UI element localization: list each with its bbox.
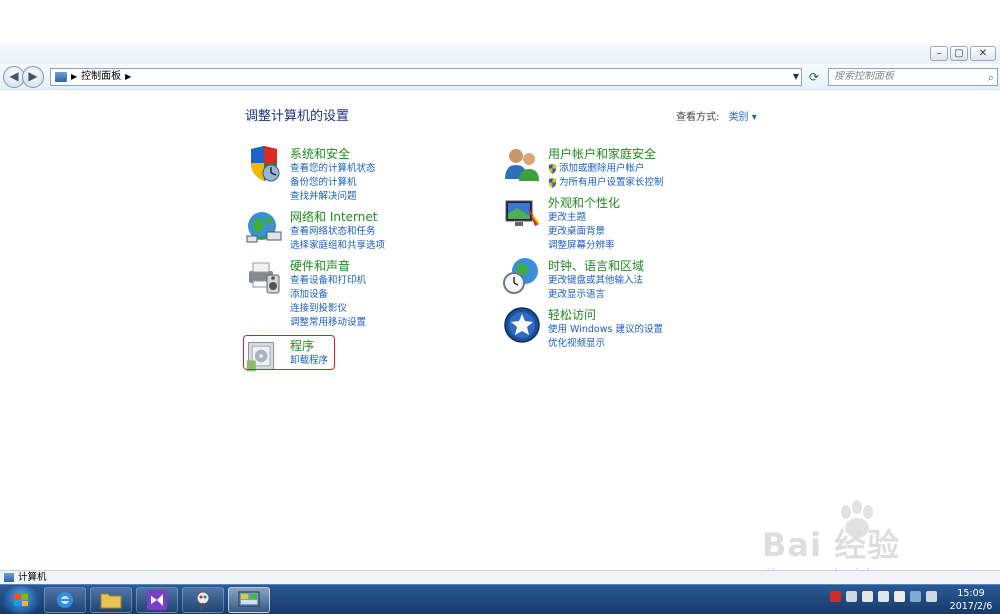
taskbar: 15:09 2017/2/6 (0, 584, 1000, 614)
category-links: 添加或删除用户帐户 为所有用户设置家长控制 (548, 162, 664, 190)
highlight-box (243, 335, 335, 370)
view-by-dropdown[interactable]: 类别 ▾ (729, 112, 757, 123)
network-disconnected-icon[interactable] (846, 591, 857, 602)
network-globe-icon[interactable] (245, 208, 283, 246)
uac-shield-icon (548, 178, 557, 188)
start-button[interactable] (2, 586, 40, 614)
link-homegroup[interactable]: 选择家庭组和共享选项 (290, 239, 385, 253)
system-tray (830, 591, 937, 602)
link-display-language[interactable]: 更改显示语言 (548, 288, 643, 302)
antivirus-icon[interactable] (830, 591, 841, 602)
category-links: 查看您的计算机状态 备份您的计算机 查找并解决问题 (290, 162, 376, 204)
navigation-bar: ◀ ▶ ▶ 控制面板 ▶ ▼ ⟳ 搜索控制面板 ⌕ (0, 64, 1000, 90)
taskbar-clock[interactable]: 15:09 2017/2/6 (944, 587, 998, 613)
category-title[interactable]: 网络和 Internet (290, 208, 377, 225)
category-title[interactable]: 硬件和声音 (290, 257, 350, 274)
forward-button[interactable]: ▶ (22, 66, 44, 88)
category-links: 使用 Windows 建议的设置 优化视频显示 (548, 323, 663, 351)
link-desktop-background[interactable]: 更改桌面背景 (548, 225, 615, 239)
category-links: 查看设备和打印机 添加设备 连接到投影仪 调整常用移动设置 (290, 274, 366, 330)
category-title[interactable]: 外观和个性化 (548, 194, 620, 211)
link-view-computer-status[interactable]: 查看您的计算机状态 (290, 162, 376, 176)
category-title[interactable]: 轻松访问 (548, 306, 596, 323)
category-title[interactable]: 系统和安全 (290, 145, 350, 162)
link-troubleshoot[interactable]: 查找并解决问题 (290, 190, 376, 204)
close-button[interactable]: ✕ (970, 46, 996, 61)
category-links: 查看网络状态和任务 选择家庭组和共享选项 (290, 225, 385, 253)
view-by-label: 查看方式: (676, 112, 720, 123)
link-mobility-settings[interactable]: 调整常用移动设置 (290, 316, 366, 330)
breadcrumb-arrow-icon[interactable]: ▶ (71, 69, 77, 85)
watermark-brand: Bai 经验 (762, 526, 901, 564)
search-input[interactable]: 搜索控制面板 ⌕ (828, 68, 998, 86)
ease-of-access-icon[interactable] (503, 306, 541, 344)
address-bar[interactable]: ▶ 控制面板 ▶ ▼ (50, 68, 802, 86)
link-keyboard-input[interactable]: 更改键盘或其他输入法 (548, 274, 643, 288)
search-icon[interactable]: ⌕ (988, 70, 994, 86)
title-bar: – ▢ ✕ (0, 44, 1000, 66)
paint-tool-icon (196, 591, 210, 611)
taskbar-visual-studio[interactable] (136, 587, 178, 613)
status-text: 计算机 (18, 572, 47, 583)
action-center-icon[interactable] (910, 591, 921, 602)
view-by: 查看方式: 类别 ▾ (676, 108, 757, 123)
link-connect-projector[interactable]: 连接到投影仪 (290, 302, 366, 316)
link-optimize-visual-display[interactable]: 优化视频显示 (548, 337, 663, 351)
refresh-button[interactable]: ⟳ (806, 68, 822, 86)
link-add-remove-accounts[interactable]: 添加或删除用户帐户 (548, 162, 664, 176)
status-bar: 计算机 (0, 570, 1000, 584)
speaker-icon[interactable] (894, 591, 905, 602)
link-change-theme[interactable]: 更改主题 (548, 211, 615, 225)
clock-globe-icon[interactable] (503, 257, 541, 295)
link-network-status[interactable]: 查看网络状态和任务 (290, 225, 385, 239)
category-links: 更改键盘或其他输入法 更改显示语言 (548, 274, 643, 302)
maximize-button[interactable]: ▢ (950, 46, 968, 61)
printer-icon[interactable] (245, 257, 283, 295)
shield-icon[interactable] (245, 145, 283, 183)
breadcrumb-arrow-icon[interactable]: ▶ (125, 69, 131, 85)
control-panel-icon (238, 591, 260, 607)
taskbar-explorer[interactable] (90, 587, 132, 613)
visual-studio-icon (147, 590, 167, 610)
window-controls: – ▢ ✕ (930, 46, 996, 61)
users-icon[interactable] (503, 145, 541, 183)
uac-shield-icon (548, 164, 557, 174)
link-backup-computer[interactable]: 备份您的计算机 (290, 176, 376, 190)
clock-date: 2017/2/6 (949, 601, 993, 612)
category-links: 更改主题 更改桌面背景 调整屏幕分辨率 (548, 211, 615, 253)
link-parental-controls[interactable]: 为所有用户设置家长控制 (548, 176, 664, 190)
windows-logo-icon (14, 594, 28, 606)
breadcrumb[interactable]: 控制面板 (81, 69, 121, 85)
category-title[interactable]: 时钟、语言和区域 (548, 257, 644, 274)
taskbar-ie[interactable] (44, 587, 86, 613)
link-windows-recommended-settings[interactable]: 使用 Windows 建议的设置 (548, 323, 663, 337)
computer-icon (4, 573, 14, 582)
taskbar-app[interactable] (182, 587, 224, 613)
link-add-device[interactable]: 添加设备 (290, 288, 366, 302)
appearance-icon[interactable] (503, 194, 541, 232)
page-title: 调整计算机的设置 (245, 109, 350, 124)
chevron-down-icon[interactable]: ▼ (793, 69, 799, 85)
search-placeholder: 搜索控制面板 (834, 71, 894, 82)
link-screen-resolution[interactable]: 调整屏幕分辨率 (548, 239, 615, 253)
link-devices-printers[interactable]: 查看设备和打印机 (290, 274, 366, 288)
battery-icon[interactable] (862, 591, 873, 602)
category-title[interactable]: 用户帐户和家庭安全 (548, 145, 656, 162)
taskbar-control-panel[interactable] (228, 587, 270, 613)
signal-icon[interactable] (878, 591, 889, 602)
control-panel-icon (55, 72, 67, 82)
folder-icon (100, 593, 122, 609)
control-panel-window: – ▢ ✕ ◀ ▶ ▶ 控制面板 ▶ ▼ ⟳ 搜索控制面板 ⌕ 调整计算机的设置… (0, 0, 1000, 614)
ime-icon[interactable] (926, 591, 937, 602)
minimize-button[interactable]: – (930, 46, 948, 61)
clock-time: 15:09 (957, 588, 985, 599)
internet-explorer-icon (57, 592, 73, 608)
